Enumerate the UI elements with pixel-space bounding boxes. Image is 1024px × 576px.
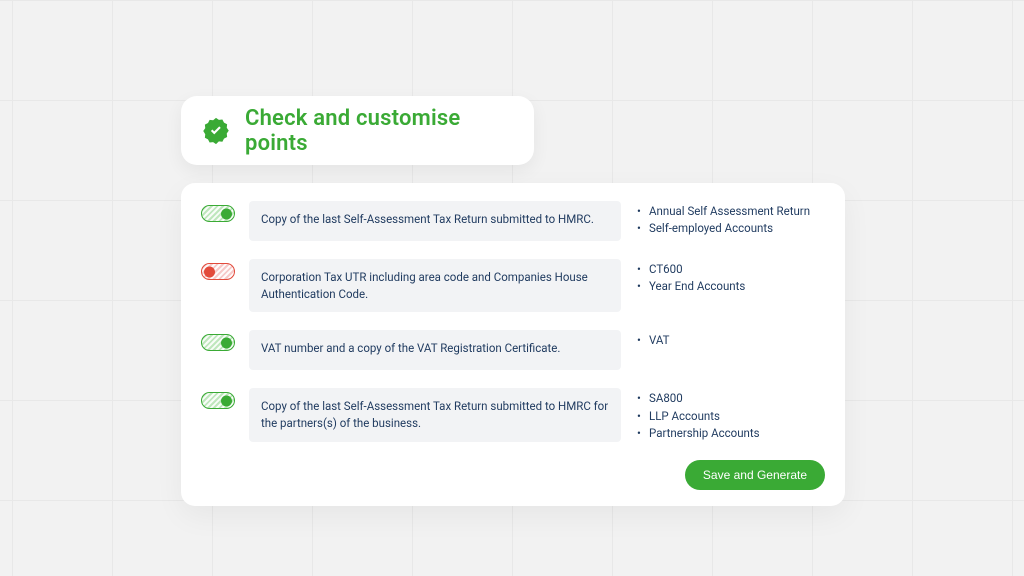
tag-item: Self-employed Accounts xyxy=(647,220,825,237)
tag-item: Partnership Accounts xyxy=(647,425,825,442)
toggle-point-3[interactable] xyxy=(201,334,235,351)
point-description: Copy of the last Self-Assessment Tax Ret… xyxy=(249,388,621,441)
toggle-point-4[interactable] xyxy=(201,392,235,409)
points-panel: Copy of the last Self-Assessment Tax Ret… xyxy=(181,183,845,506)
tag-item: VAT xyxy=(647,332,825,349)
tag-item: CT600 xyxy=(647,261,825,278)
point-description: Copy of the last Self-Assessment Tax Ret… xyxy=(249,201,621,241)
page-title: Check and customise points xyxy=(245,106,514,156)
point-tags: SA800 LLP Accounts Partnership Accounts xyxy=(635,388,825,442)
point-row: Copy of the last Self-Assessment Tax Ret… xyxy=(201,388,825,442)
header-card: Check and customise points xyxy=(181,96,534,165)
tag-item: Annual Self Assessment Return xyxy=(647,203,825,220)
tag-item: Year End Accounts xyxy=(647,278,825,295)
point-row: VAT number and a copy of the VAT Registr… xyxy=(201,330,825,370)
tag-item: SA800 xyxy=(647,390,825,407)
point-description: Corporation Tax UTR including area code … xyxy=(249,259,621,312)
toggle-point-2[interactable] xyxy=(201,263,235,280)
verified-badge-icon xyxy=(201,116,231,146)
point-tags: CT600 Year End Accounts xyxy=(635,259,825,296)
point-tags: Annual Self Assessment Return Self-emplo… xyxy=(635,201,825,238)
point-row: Copy of the last Self-Assessment Tax Ret… xyxy=(201,201,825,241)
point-tags: VAT xyxy=(635,330,825,349)
panel-actions: Save and Generate xyxy=(201,460,825,490)
point-row: Corporation Tax UTR including area code … xyxy=(201,259,825,312)
point-description: VAT number and a copy of the VAT Registr… xyxy=(249,330,621,370)
save-and-generate-button[interactable]: Save and Generate xyxy=(685,460,825,490)
toggle-point-1[interactable] xyxy=(201,205,235,222)
tag-item: LLP Accounts xyxy=(647,408,825,425)
